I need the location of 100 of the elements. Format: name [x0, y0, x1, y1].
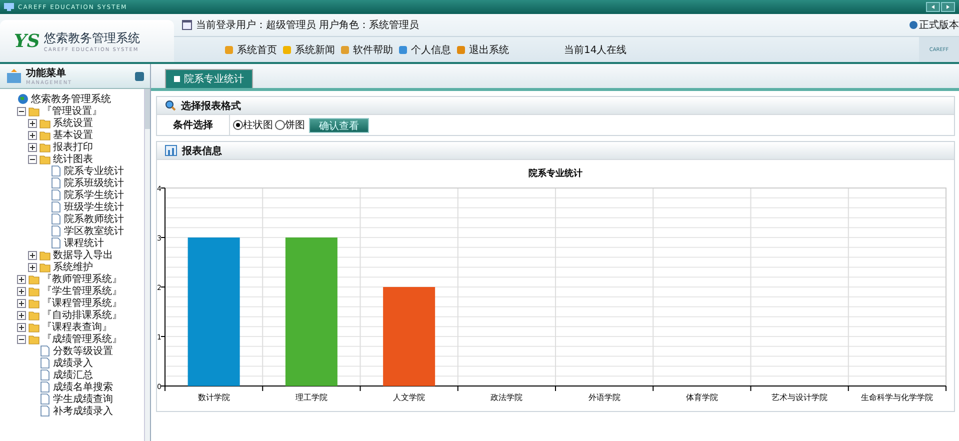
scroll-right-button[interactable] — [941, 2, 955, 12]
tree-item[interactable]: 『课程表查询』 — [17, 321, 144, 333]
online-count: 当前14人在线 — [564, 44, 627, 56]
nav-link[interactable]: 个人信息 — [398, 42, 451, 56]
tree-item[interactable]: 数据导入导出 — [28, 249, 144, 261]
expand-toggle-icon[interactable] — [17, 274, 26, 284]
tree-item[interactable]: 悠索教务管理系统 — [6, 93, 144, 105]
confirm-button[interactable]: 确认查看 — [309, 118, 369, 132]
tree-item[interactable]: 院系学生统计 — [39, 189, 144, 201]
folder-icon — [28, 321, 40, 333]
chart-title: 院系专业统计 — [528, 169, 582, 179]
folder-icon — [39, 261, 51, 273]
tree-item[interactable]: 系统维护 — [28, 261, 144, 273]
nav-icon — [456, 44, 466, 54]
nav-link[interactable]: 退出系统 — [456, 42, 509, 56]
tree-item[interactable]: 院系专业统计 — [39, 165, 144, 177]
scrollbar[interactable] — [144, 89, 150, 441]
expand-toggle-icon[interactable] — [28, 262, 37, 272]
monitor-icon — [4, 3, 14, 11]
document-icon — [50, 189, 62, 201]
tree-item[interactable]: 成绩名单搜索 — [28, 381, 144, 393]
tree-item[interactable]: 『课程管理系统』 — [17, 297, 144, 309]
x-tick-label: 外语学院 — [588, 393, 620, 402]
edition-label: 正式版本 — [919, 18, 959, 32]
tree-item[interactable]: 『教师管理系统』 — [17, 273, 144, 285]
chart-icon — [165, 145, 177, 156]
tab[interactable]: 院系专业统计 — [165, 69, 253, 88]
folder-icon — [28, 297, 40, 309]
tree-item[interactable]: 基本设置 — [28, 129, 144, 141]
tree-item[interactable]: 学区教室统计 — [39, 225, 144, 237]
x-tick-label: 体育学院 — [686, 393, 718, 402]
tree-item[interactable]: 院系班级统计 — [39, 177, 144, 189]
nav-link[interactable]: 软件帮助 — [340, 42, 393, 56]
document-icon — [50, 201, 62, 213]
expand-toggle-icon[interactable] — [17, 286, 26, 296]
tree-item[interactable]: 院系教师统计 — [39, 213, 144, 225]
folder-icon — [39, 129, 51, 141]
folder-icon — [39, 141, 51, 153]
x-tick-label: 政法学院 — [490, 393, 523, 402]
condition-label: 条件选择 — [157, 115, 230, 135]
folder-icon — [39, 117, 51, 129]
tree-item[interactable]: 补考成绩录入 — [28, 405, 144, 417]
x-tick-label: 数计学院 — [198, 393, 230, 402]
folder-icon — [28, 309, 40, 321]
expand-toggle-icon[interactable] — [17, 298, 26, 308]
nav-icon — [282, 44, 292, 54]
tree-item[interactable]: 分数等级设置 — [28, 345, 144, 357]
chart-type-radio[interactable]: 柱状图 — [233, 118, 273, 132]
nav-link[interactable]: 系统首页 — [224, 42, 277, 56]
tree-item[interactable]: 成绩汇总 — [28, 369, 144, 381]
globe-icon — [17, 93, 29, 105]
radio-icon[interactable] — [275, 120, 285, 130]
document-icon — [39, 405, 51, 417]
radio-icon[interactable] — [233, 120, 243, 130]
app-title: 悠索教务管理系统 — [44, 30, 140, 46]
expand-toggle-icon[interactable] — [28, 142, 37, 152]
document-icon — [39, 393, 51, 405]
tree-item[interactable]: 课程统计 — [39, 237, 144, 249]
nav-icon — [224, 44, 234, 54]
nav-icon — [340, 44, 350, 54]
document-icon — [39, 357, 51, 369]
tree-item[interactable]: 『学生管理系统』 — [17, 285, 144, 297]
x-tick-label: 人文学院 — [393, 393, 426, 402]
panel-header: 报表信息 — [157, 142, 954, 159]
folder-icon — [28, 333, 40, 345]
user-info: 当前登录用户：超级管理员 用户角色：系统管理员 — [196, 18, 420, 32]
tree-item[interactable]: 『自动排课系统』 — [17, 309, 144, 321]
tree-item[interactable]: 报表打印 — [28, 141, 144, 153]
document-icon — [39, 345, 51, 357]
tree-item[interactable]: 学生成绩查询 — [28, 393, 144, 405]
expand-toggle-icon[interactable] — [28, 118, 37, 128]
collapse-toggle-icon[interactable] — [17, 334, 26, 344]
scroll-left-button[interactable] — [926, 2, 940, 12]
x-tick-label: 理工学院 — [295, 393, 328, 402]
tree-item[interactable]: 统计图表 — [28, 153, 144, 165]
tree-item[interactable]: 成绩录入 — [28, 357, 144, 369]
window-icon — [182, 20, 192, 30]
expand-toggle-icon[interactable] — [28, 130, 37, 140]
search-icon — [165, 100, 176, 111]
expand-toggle-icon[interactable] — [28, 250, 37, 260]
nav-link[interactable]: 系统新闻 — [282, 42, 335, 56]
chart-type-radio[interactable]: 饼图 — [275, 118, 305, 132]
tree-item[interactable]: 系统设置 — [28, 117, 144, 129]
collapse-button[interactable] — [135, 72, 144, 80]
document-icon — [50, 165, 62, 177]
collapse-toggle-icon[interactable] — [28, 154, 37, 164]
tree-item[interactable]: 班级学生统计 — [39, 201, 144, 213]
expand-toggle-icon[interactable] — [17, 322, 26, 332]
document-icon — [50, 177, 62, 189]
menu-board-icon — [6, 69, 22, 83]
document-icon — [50, 225, 62, 237]
folder-icon — [39, 153, 51, 165]
tree-item[interactable]: 『成绩管理系统』 — [17, 333, 144, 345]
expand-toggle-icon[interactable] — [17, 310, 26, 320]
logo-mark: YS — [14, 30, 40, 52]
collapse-toggle-icon[interactable] — [17, 106, 26, 116]
menu-title: 功能菜单 — [26, 66, 67, 80]
nav-icon — [398, 44, 408, 54]
document-icon — [50, 237, 62, 249]
tree-item[interactable]: 『管理设置』 — [17, 105, 144, 117]
